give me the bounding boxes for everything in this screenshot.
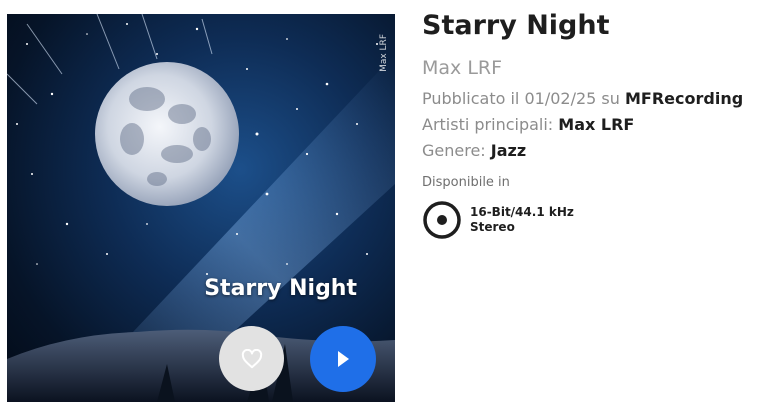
published-on: su: [601, 89, 620, 108]
play-button[interactable]: [310, 326, 376, 392]
album-title: Starry Night: [422, 10, 610, 41]
quality-channels: Stereo: [470, 220, 515, 234]
cover-title: Starry Night: [204, 276, 357, 301]
published-line: Pubblicato il 01/02/25 su MFRecording: [422, 86, 762, 112]
play-icon: [338, 351, 349, 367]
heart-icon: [241, 348, 262, 368]
disc-icon: [422, 200, 462, 240]
record-label-link[interactable]: MFRecording: [625, 89, 743, 108]
album-page: Max LRF Starry Night Starry Night Max LR…: [0, 0, 764, 410]
album-info: Starry Night Max LRF Pubblicato il 01/02…: [422, 8, 762, 240]
availability-label: Disponibile in: [422, 175, 510, 190]
genre-link[interactable]: Jazz: [491, 141, 526, 160]
cover-watermark: Max LRF: [379, 34, 389, 72]
main-artists-prefix: Artisti principali:: [422, 115, 554, 134]
favorite-button[interactable]: [219, 326, 284, 391]
published-date: 01/02/25: [524, 89, 597, 108]
quality-text: 16-Bit/44.1 kHz Stereo: [470, 205, 574, 235]
genre-prefix: Genere:: [422, 141, 486, 160]
main-artists-line: Artisti principali: Max LRF: [422, 112, 762, 138]
quality-format: 16-Bit/44.1 kHz: [470, 205, 574, 219]
quality-badge: 16-Bit/44.1 kHz Stereo: [422, 200, 762, 240]
album-cover: Max LRF Starry Night: [7, 14, 395, 402]
published-prefix: Pubblicato il: [422, 89, 520, 108]
main-artist-link[interactable]: Max LRF: [558, 115, 634, 134]
genre-line: Genere: Jazz: [422, 138, 762, 164]
album-artist-link[interactable]: Max LRF: [422, 56, 762, 80]
